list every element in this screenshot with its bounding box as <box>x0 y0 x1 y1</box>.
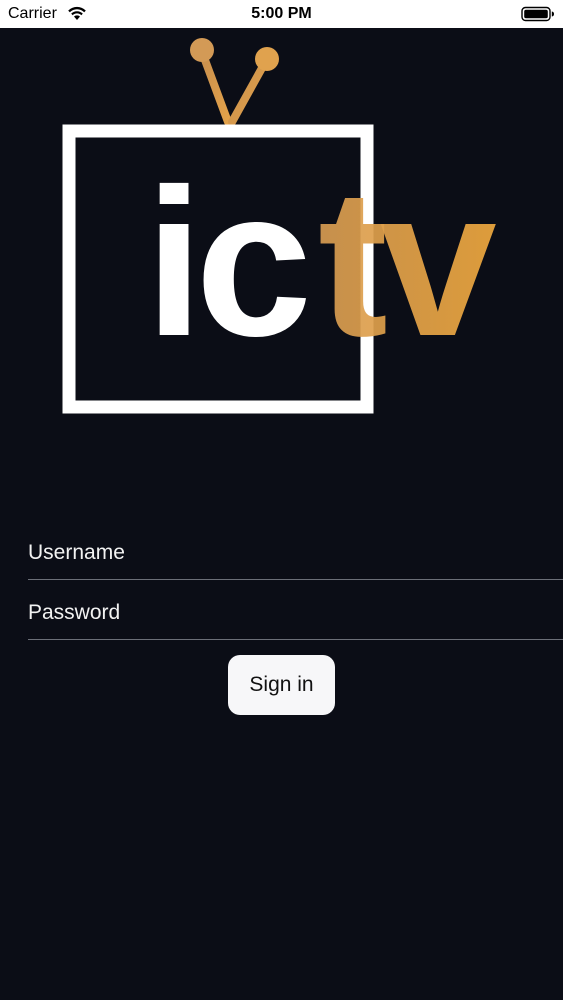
login-form <box>28 520 563 640</box>
username-field-container <box>28 520 563 580</box>
battery-icon <box>521 6 554 22</box>
status-bar: Carrier 5:00 PM <box>0 0 563 28</box>
logo-text-ic: ic <box>145 145 306 380</box>
sign-in-button[interactable]: Sign in <box>228 655 335 715</box>
password-field[interactable] <box>28 601 563 625</box>
ictv-logo: ic tv <box>62 38 504 414</box>
status-time: 5:00 PM <box>251 5 312 22</box>
username-field[interactable] <box>28 541 563 565</box>
antenna-icon <box>190 38 279 126</box>
logo-text-tv: tv <box>318 145 496 380</box>
password-field-container <box>28 580 563 640</box>
